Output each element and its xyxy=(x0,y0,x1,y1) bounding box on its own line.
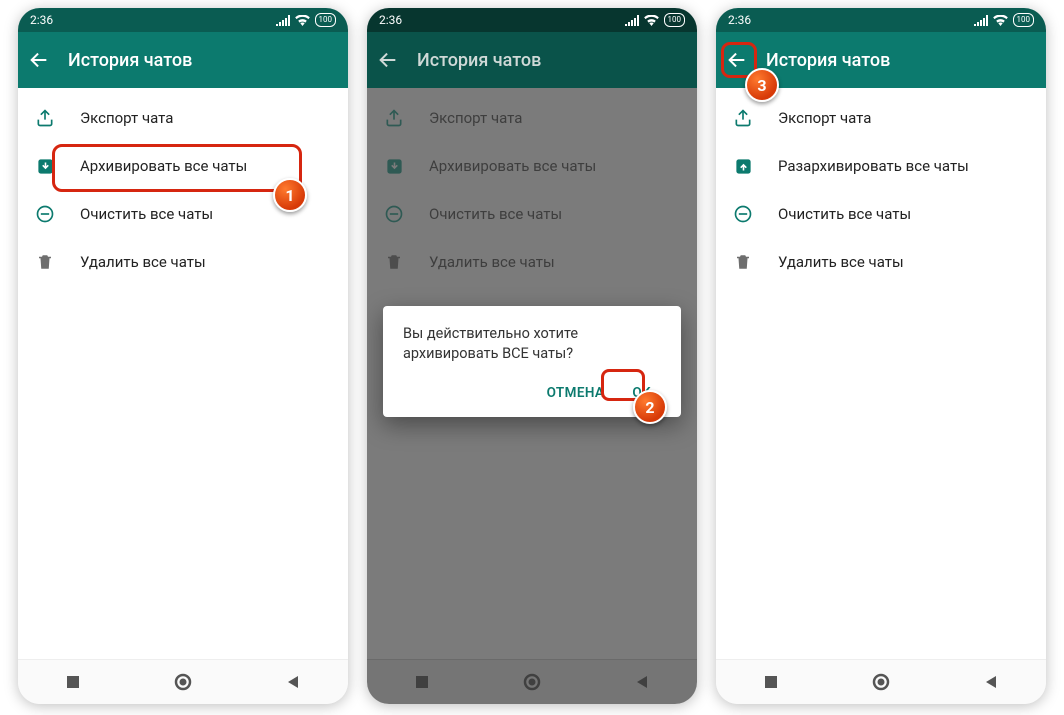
battery-icon: 100 xyxy=(1013,13,1035,27)
row-clear-all: Очистить все чаты xyxy=(367,190,697,238)
nav-recent-icon[interactable] xyxy=(414,674,430,690)
status-indicators: 100 xyxy=(625,13,686,27)
dialog-message: Вы действительно хотитеархивировать ВСЕ … xyxy=(403,324,661,363)
row-label: Очистить все чаты xyxy=(429,205,562,223)
phone-1: 2:36 100 История чатов Экспорт чата xyxy=(18,8,348,704)
row-export-chat[interactable]: Экспорт чата xyxy=(18,94,348,142)
app-bar: История чатов xyxy=(367,32,697,88)
wifi-icon xyxy=(295,15,310,26)
clear-icon xyxy=(383,203,405,225)
status-time: 2:36 xyxy=(379,13,402,27)
row-label: Архивировать все чаты xyxy=(80,157,247,175)
export-icon xyxy=(383,107,405,129)
signal-icon xyxy=(625,15,639,26)
nav-back-icon[interactable] xyxy=(634,674,650,690)
row-label: Удалить все чаты xyxy=(778,253,904,271)
row-archive-all: Архивировать все чаты xyxy=(367,142,697,190)
wifi-icon xyxy=(644,15,659,26)
settings-list: Экспорт чата Архивировать все чаты Очист… xyxy=(18,88,348,659)
row-clear-all[interactable]: Очистить все чаты xyxy=(716,190,1046,238)
back-icon[interactable] xyxy=(377,49,399,71)
export-icon xyxy=(34,107,56,129)
archive-icon xyxy=(383,155,405,177)
row-delete-all[interactable]: Удалить все чаты xyxy=(18,238,348,286)
system-nav xyxy=(367,659,697,704)
app-bar: История чатов xyxy=(18,32,348,88)
step-badge-3: 3 xyxy=(745,68,779,102)
status-time: 2:36 xyxy=(728,13,751,27)
system-nav xyxy=(18,659,348,704)
system-nav xyxy=(716,659,1046,704)
export-icon xyxy=(732,107,754,129)
back-icon[interactable] xyxy=(726,49,748,71)
status-time: 2:36 xyxy=(30,13,53,27)
wifi-icon xyxy=(993,15,1008,26)
row-label: Экспорт чата xyxy=(80,109,173,127)
row-label: Экспорт чата xyxy=(778,109,871,127)
nav-back-icon[interactable] xyxy=(285,674,301,690)
status-bar: 2:36 100 xyxy=(367,8,697,32)
row-label: Архивировать все чаты xyxy=(429,157,596,175)
row-label: Очистить все чаты xyxy=(80,205,213,223)
nav-home-icon[interactable] xyxy=(872,673,890,691)
signal-icon xyxy=(276,15,290,26)
row-label: Очистить все чаты xyxy=(778,205,911,223)
row-label: Разархивировать все чаты xyxy=(778,157,969,175)
nav-recent-icon[interactable] xyxy=(763,674,779,690)
step-badge-2: 2 xyxy=(633,390,667,424)
trash-icon xyxy=(34,251,56,273)
settings-list: Экспорт чата Разархивировать все чаты Оч… xyxy=(716,88,1046,659)
nav-home-icon[interactable] xyxy=(523,673,541,691)
dialog-cancel-button[interactable]: ОТМЕНА xyxy=(537,379,615,407)
row-export-chat: Экспорт чата xyxy=(367,94,697,142)
settings-list-dimmed: Экспорт чата Архивировать все чаты Очист… xyxy=(367,88,697,659)
row-delete-all[interactable]: Удалить все чаты xyxy=(716,238,1046,286)
nav-back-icon[interactable] xyxy=(983,674,999,690)
battery-icon: 100 xyxy=(315,13,337,27)
signal-icon xyxy=(974,15,988,26)
clear-icon xyxy=(732,203,754,225)
status-bar: 2:36 100 xyxy=(18,8,348,32)
status-bar: 2:36 100 xyxy=(716,8,1046,32)
row-delete-all: Удалить все чаты xyxy=(367,238,697,286)
page-title: История чатов xyxy=(766,50,890,71)
row-label: Удалить все чаты xyxy=(429,253,555,271)
page-title: История чатов xyxy=(68,50,192,71)
phone-3: 2:36 100 История чатов Экспорт чата xyxy=(716,8,1046,704)
page-title: История чатов xyxy=(417,50,541,71)
step-badge-1: 1 xyxy=(273,178,307,212)
status-indicators: 100 xyxy=(974,13,1035,27)
back-icon[interactable] xyxy=(28,49,50,71)
row-label: Экспорт чата xyxy=(429,109,522,127)
battery-icon: 100 xyxy=(664,13,686,27)
phone-2: 2:36 100 История чатов Экспорт чата xyxy=(367,8,697,704)
row-label: Удалить все чаты xyxy=(80,253,206,271)
status-indicators: 100 xyxy=(276,13,337,27)
nav-home-icon[interactable] xyxy=(174,673,192,691)
unarchive-icon xyxy=(732,155,754,177)
nav-recent-icon[interactable] xyxy=(65,674,81,690)
row-unarchive-all[interactable]: Разархивировать все чаты xyxy=(716,142,1046,190)
trash-icon xyxy=(383,251,405,273)
trash-icon xyxy=(732,251,754,273)
clear-icon xyxy=(34,203,56,225)
archive-icon xyxy=(34,155,56,177)
